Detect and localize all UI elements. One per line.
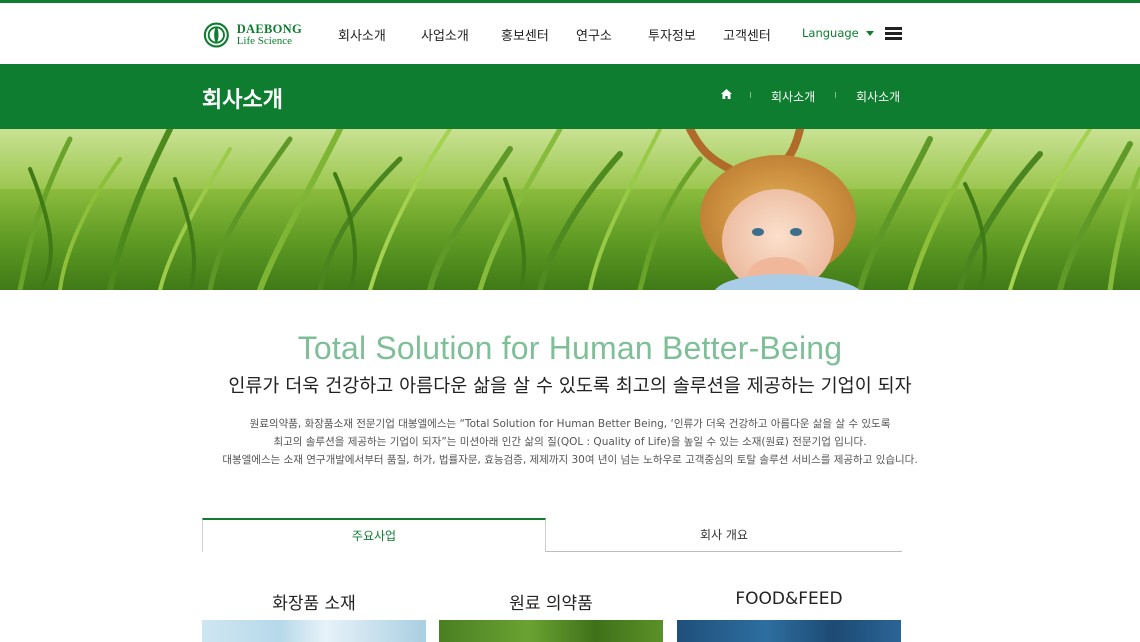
- intro-paragraph-line-3: 대봉엘에스는 소재 연구개발에서부터 품질, 허가, 법률자문, 효능검증, 제…: [222, 454, 918, 466]
- language-selector[interactable]: Language: [802, 26, 874, 40]
- card-title-pharma: 원료 의약품: [509, 594, 593, 614]
- caret-down-icon: [865, 31, 874, 36]
- nav-item-business[interactable]: 사업소개: [421, 25, 469, 44]
- intro-paragraph-line-2: 최고의 솔루션을 제공하는 기업이 되자”는 미션아래 인간 삶의 질(QOL …: [273, 436, 867, 448]
- breadcrumb-separator: [750, 92, 751, 98]
- language-label: Language: [802, 26, 859, 40]
- card-image-cosmetics[interactable]: [202, 620, 426, 642]
- nav-item-investor[interactable]: 투자정보: [648, 25, 696, 44]
- mission-headline: 인류가 더욱 건강하고 아름다운 삶을 살 수 있도록 최고의 솔루션을 제공하…: [228, 376, 912, 397]
- nav-item-company[interactable]: 회사소개: [338, 25, 386, 44]
- card-image-food-feed[interactable]: [677, 620, 901, 642]
- main-nav: 회사소개 사업소개 홍보센터 연구소 투자정보 고객센터: [0, 25, 1140, 45]
- tab-company-overview[interactable]: 회사 개요: [546, 518, 902, 552]
- nav-item-research[interactable]: 연구소: [576, 25, 612, 44]
- nav-item-customer-center[interactable]: 고객센터: [723, 25, 771, 44]
- breadcrumb-item-2[interactable]: 회사소개: [856, 88, 900, 104]
- intro-paragraph-line-1: 원료의약품, 화장품소재 전문기업 대봉엘에스는 “Total Solution…: [249, 418, 891, 430]
- menu-icon[interactable]: [885, 27, 902, 40]
- card-title-food-feed: FOOD&FEED: [735, 589, 843, 609]
- breadcrumb-item-1[interactable]: 회사소개: [771, 88, 815, 104]
- page-title: 회사소개: [202, 88, 283, 113]
- nav-item-pr-center[interactable]: 홍보센터: [501, 25, 549, 44]
- card-image-pharma[interactable]: [439, 620, 663, 642]
- breadcrumb-separator: [835, 92, 836, 98]
- tagline: Total Solution for Human Better-Being: [297, 330, 843, 366]
- hero-banner-image: [0, 129, 1140, 290]
- page-title-band: 회사소개 회사소개 회사소개: [0, 64, 1140, 129]
- tab-main-business[interactable]: 주요사업: [202, 518, 546, 552]
- home-icon[interactable]: [721, 89, 732, 99]
- card-title-cosmetics: 화장품 소재: [272, 594, 356, 614]
- site-header: DAEBONG Life Science 회사소개 사업소개 홍보센터 연구소 …: [0, 3, 1140, 64]
